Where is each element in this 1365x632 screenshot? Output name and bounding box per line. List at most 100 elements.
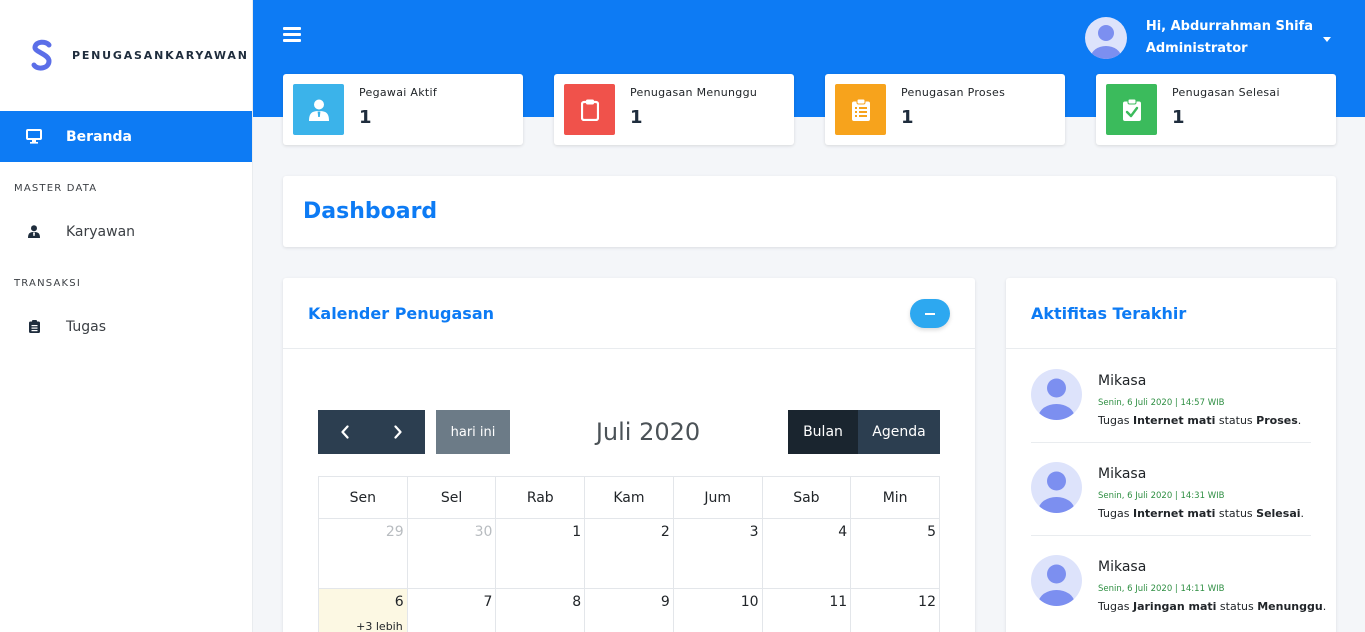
activity-user-name: Mikasa <box>1098 559 1147 575</box>
brand-logo-icon <box>28 39 56 73</box>
chevron-right-icon <box>393 425 402 439</box>
chevron-down-icon[interactable] <box>1323 36 1331 42</box>
stat-label: Penugasan Menunggu <box>630 85 758 99</box>
calendar-day-cell[interactable]: 4 <box>761 518 852 589</box>
calendar-grid: Sen Sel Rab Kam Jum Sab Min 29 30 1 2 3 … <box>318 476 940 632</box>
calendar-view-group: Bulan Agenda <box>788 410 940 454</box>
sidebar-item-beranda[interactable]: Beranda <box>0 111 252 162</box>
next-month-button[interactable] <box>371 410 424 454</box>
weekday-header: Sab <box>761 476 852 519</box>
weekday-header: Jum <box>672 476 763 519</box>
today-button[interactable]: hari ini <box>436 410 510 454</box>
page-title: Dashboard <box>303 199 438 224</box>
user-tie-icon <box>27 225 41 239</box>
clipboard-icon <box>564 84 615 135</box>
calendar-day-number: 6 <box>394 594 404 610</box>
calendar-card-title: Kalender Penugasan <box>308 303 495 323</box>
avatar <box>1084 17 1127 59</box>
calendar-day-cell[interactable]: 11 <box>761 588 852 632</box>
weekday-header: Min <box>850 476 940 519</box>
calendar-day-cell[interactable]: 3 <box>672 518 763 589</box>
view-agenda-button[interactable]: Agenda <box>858 410 940 454</box>
clipboard-list-icon <box>27 320 41 334</box>
menu-toggle-icon[interactable] <box>283 27 301 43</box>
sidebar-section-master-data: MASTER DATA <box>14 183 98 194</box>
calendar-day-cell[interactable]: 12 <box>850 588 940 632</box>
clipboard-check-icon <box>1106 84 1157 135</box>
activity-task: Internet mati <box>1132 414 1216 427</box>
sidebar-section-transaksi: TRANSAKSI <box>14 278 82 289</box>
stat-card-penugasan-menunggu[interactable]: Penugasan Menunggu 1 <box>554 74 794 145</box>
activity-item[interactable]: Mikasa Senin, 6 Juli 2020 | 14:11 WIB Tu… <box>1031 536 1326 629</box>
activity-status: Proses <box>1256 414 1298 427</box>
calendar-day-cell[interactable]: 7 <box>406 588 497 632</box>
calendar-week-row: 29 30 1 2 3 4 5 <box>318 518 940 589</box>
weekday-header: Sen <box>318 476 408 519</box>
sidebar-item-tugas[interactable]: Tugas <box>0 301 252 352</box>
weekday-header: Rab <box>495 476 586 519</box>
avatar <box>1031 555 1082 606</box>
activity-user-name: Mikasa <box>1098 373 1147 389</box>
page-title-card: Dashboard <box>283 176 1336 247</box>
calendar-card: Kalender Penugasan hari ini Juli 2020 Bu… <box>283 278 975 632</box>
user-role: Administrator <box>1145 41 1248 56</box>
stat-card-penugasan-proses[interactable]: Penugasan Proses 1 <box>825 74 1065 145</box>
activity-description: Tugas Internet mati status Proses. <box>1098 414 1302 427</box>
calendar-day-cell[interactable]: 8 <box>495 588 586 632</box>
activity-timestamp: Senin, 6 Juli 2020 | 14:31 WIB <box>1098 491 1225 501</box>
calendar-month-title: Juli 2020 <box>595 418 701 446</box>
monitor-icon <box>25 128 43 146</box>
sidebar: PENUGASANKARYAWAN Beranda MASTER DATA Ka… <box>0 0 253 632</box>
activity-timestamp: Senin, 6 Juli 2020 | 14:11 WIB <box>1098 584 1225 594</box>
stat-label: Penugasan Selesai <box>1172 85 1280 99</box>
activity-timestamp: Senin, 6 Juli 2020 | 14:57 WIB <box>1098 398 1225 408</box>
activity-card-title: Aktifitas Terakhir <box>1031 303 1187 323</box>
avatar <box>1031 462 1082 513</box>
user-tie-icon <box>293 84 344 135</box>
activity-item[interactable]: Mikasa Senin, 6 Juli 2020 | 14:31 WIB Tu… <box>1031 443 1311 536</box>
sidebar-item-label: Tugas <box>66 318 107 335</box>
user-menu[interactable]: Hi, Abdurrahman Shifa Administrator <box>1084 16 1331 60</box>
sidebar-item-label: Beranda <box>66 128 132 145</box>
calendar-day-cell[interactable]: 9 <box>584 588 674 632</box>
activity-task: Jaringan mati <box>1132 600 1217 613</box>
chevron-left-icon <box>340 425 349 439</box>
calendar-day-cell[interactable]: 2 <box>584 518 674 589</box>
stat-value: 1 <box>901 106 914 128</box>
activity-status: Menunggu <box>1257 600 1323 613</box>
prev-month-button[interactable] <box>318 410 371 454</box>
calendar-nav-group <box>318 410 425 454</box>
calendar-day-cell[interactable]: 29 <box>318 518 408 589</box>
sidebar-item-karyawan[interactable]: Karyawan <box>0 206 252 257</box>
stat-value: 1 <box>359 106 372 128</box>
stat-card-pegawai-aktif[interactable]: Pegawai Aktif 1 <box>283 74 523 145</box>
stat-card-penugasan-selesai[interactable]: Penugasan Selesai 1 <box>1096 74 1336 145</box>
activity-description: Tugas Jaringan mati status Menunggu. <box>1098 600 1327 613</box>
activity-user-name: Mikasa <box>1098 466 1147 482</box>
minus-icon <box>925 312 935 315</box>
stat-value: 1 <box>630 106 643 128</box>
activity-task: Internet mati <box>1132 507 1216 520</box>
collapse-button[interactable] <box>910 299 950 328</box>
view-month-button[interactable]: Bulan <box>788 410 858 454</box>
calendar-day-cell[interactable]: 30 <box>406 518 497 589</box>
calendar-day-cell[interactable]: 1 <box>495 518 586 589</box>
user-greeting: Hi, Abdurrahman Shifa <box>1145 19 1313 34</box>
stat-value: 1 <box>1172 106 1185 128</box>
activity-card-header: Aktifitas Terakhir <box>1006 278 1336 349</box>
activity-status: Selesai <box>1256 507 1301 520</box>
calendar-card-header: Kalender Penugasan <box>283 278 975 349</box>
activity-item[interactable]: Mikasa Senin, 6 Juli 2020 | 14:57 WIB Tu… <box>1031 350 1311 443</box>
activity-description: Tugas Internet mati status Selesai. <box>1098 507 1305 520</box>
calendar-week-row: 6 +3 lebih 7 8 9 10 11 12 <box>318 588 940 632</box>
calendar-day-cell[interactable]: 10 <box>672 588 763 632</box>
calendar-day-cell-today[interactable]: 6 +3 lebih <box>318 588 408 632</box>
weekday-header: Kam <box>584 476 674 519</box>
calendar-weekday-row: Sen Sel Rab Kam Jum Sab Min <box>318 476 940 519</box>
calendar-toolbar: hari ini Juli 2020 Bulan Agenda <box>318 410 940 454</box>
calendar-day-cell[interactable]: 5 <box>850 518 940 589</box>
clipboard-list-icon <box>835 84 886 135</box>
brand[interactable]: PENUGASANKARYAWAN <box>0 0 252 111</box>
more-events-link[interactable]: +3 lebih <box>356 620 403 632</box>
sidebar-item-label: Karyawan <box>66 223 136 240</box>
